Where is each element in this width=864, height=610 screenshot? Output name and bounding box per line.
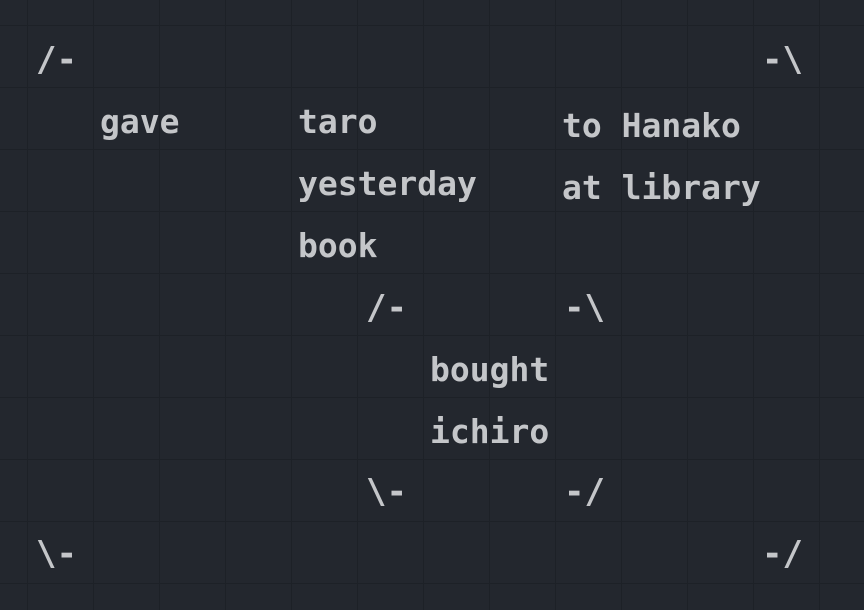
inner-bracket-top-right: -\ bbox=[564, 288, 605, 328]
argument-word: taro bbox=[298, 102, 378, 141]
inner-bracket-bottom-left: \- bbox=[366, 472, 407, 512]
argument-word: yesterday bbox=[298, 164, 477, 203]
diagram-canvas: /- -\ \- -/ gave taro yesterday book to … bbox=[0, 0, 864, 610]
verb-word: gave bbox=[100, 102, 180, 141]
outer-bracket-bottom-right: -/ bbox=[762, 534, 803, 574]
argument-word: book bbox=[298, 226, 378, 265]
outer-bracket-bottom-left: \- bbox=[36, 534, 77, 574]
modifier-phrase: to Hanako bbox=[562, 106, 741, 145]
inner-word: bought bbox=[430, 350, 550, 389]
outer-bracket-top-right: -\ bbox=[762, 40, 803, 80]
inner-word: ichiro bbox=[430, 412, 550, 451]
outer-bracket-top-left: /- bbox=[36, 40, 77, 80]
modifier-phrase: at library bbox=[562, 168, 761, 207]
inner-bracket-bottom-right: -/ bbox=[564, 472, 605, 512]
inner-bracket-top-left: /- bbox=[366, 288, 407, 328]
